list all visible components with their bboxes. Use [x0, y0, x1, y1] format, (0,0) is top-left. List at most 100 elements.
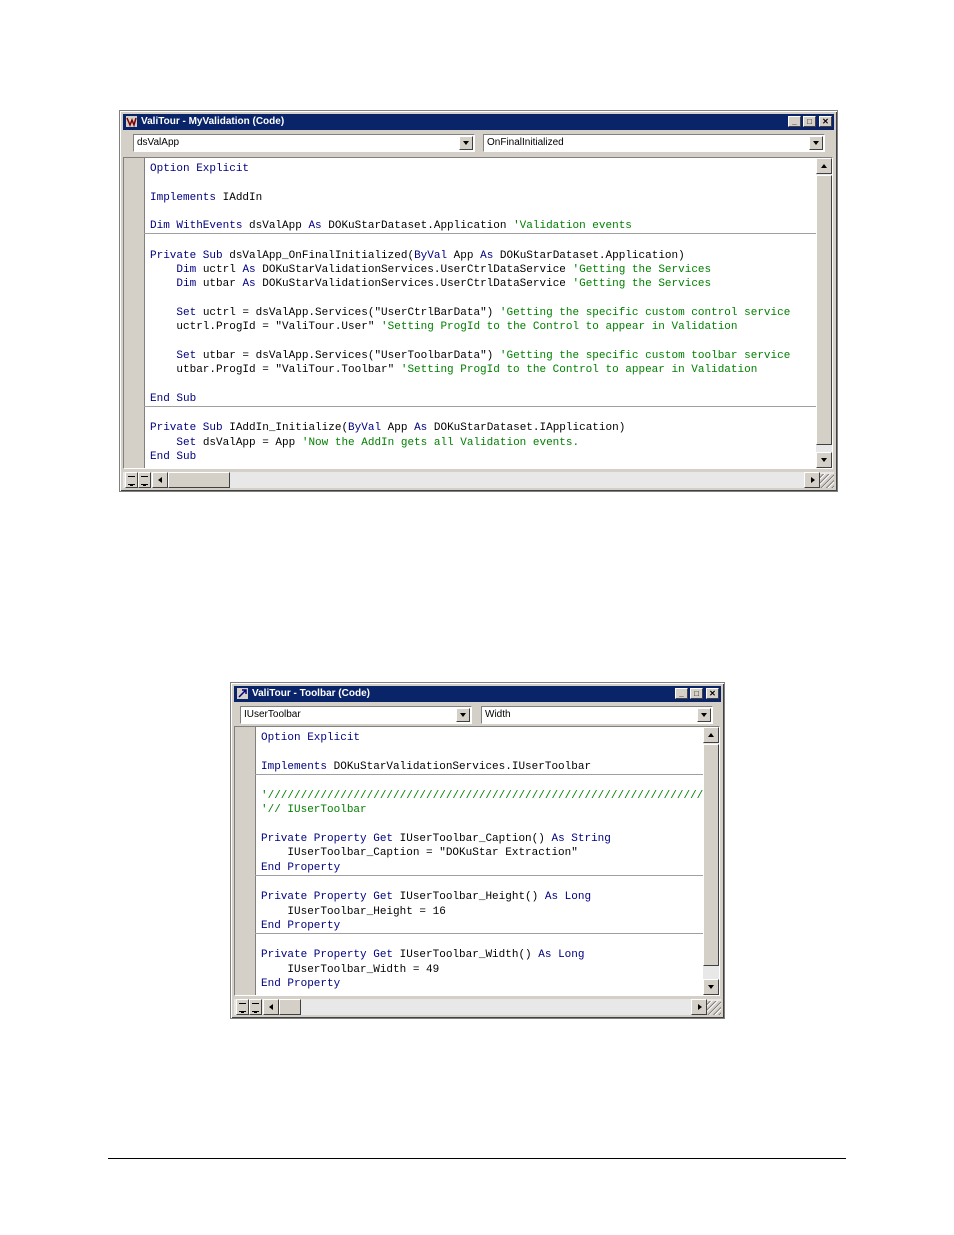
code-keyword: End Sub: [150, 392, 197, 405]
code-line[interactable]: Option Explicit: [150, 162, 816, 176]
resize-grip[interactable]: [707, 1001, 721, 1015]
code-line[interactable]: uctrl.ProgId = "ValiTour.User" 'Setting …: [150, 320, 816, 334]
title-bar[interactable]: ValiTour - Toolbar (Code) _ □ ✕: [234, 686, 721, 702]
code-line[interactable]: [261, 818, 703, 832]
scroll-right-icon[interactable]: [804, 472, 820, 488]
procedure-combo[interactable]: Width: [481, 706, 713, 724]
margin-indicator-bar[interactable]: [124, 158, 145, 468]
horizontal-scrollbar[interactable]: [234, 999, 721, 1015]
code-text-segment: IAddIn_Initialize(: [222, 422, 349, 435]
maximize-button[interactable]: □: [803, 116, 816, 127]
full-module-view-icon[interactable]: [249, 999, 262, 1015]
code-line[interactable]: IUserToolbar_Width = 49: [261, 963, 703, 977]
code-keyword: Dim WithEvents: [150, 220, 243, 233]
code-line[interactable]: '// IUserToolbar: [261, 803, 703, 817]
code-editor[interactable]: Option Explicit Implements DOKuStarValid…: [234, 726, 720, 996]
code-line[interactable]: [144, 233, 816, 248]
close-button[interactable]: ✕: [819, 116, 832, 127]
resize-grip[interactable]: [820, 474, 834, 488]
code-text-segment: IUserToolbar_Width(): [393, 949, 539, 962]
code-line[interactable]: [150, 176, 816, 190]
code-line[interactable]: Implements IAddIn: [150, 191, 816, 205]
scroll-up-icon[interactable]: [816, 158, 832, 174]
code-keyword: As String: [551, 833, 611, 846]
code-line[interactable]: Set uctrl = dsValApp.Services("UserCtrlB…: [150, 306, 816, 320]
code-text[interactable]: Option Explicit Implements DOKuStarValid…: [255, 731, 719, 991]
code-line[interactable]: Dim uctrl As DOKuStarValidationServices.…: [150, 263, 816, 277]
dropdown-arrow-icon[interactable]: [697, 708, 711, 722]
minimize-button[interactable]: _: [788, 116, 801, 127]
code-line[interactable]: Dim WithEvents dsValApp As DOKuStarDatas…: [150, 219, 816, 233]
code-line[interactable]: End Property: [261, 977, 703, 991]
full-module-view-icon[interactable]: [138, 472, 151, 488]
code-editor[interactable]: Option Explicit Implements IAddIn Dim Wi…: [123, 157, 833, 469]
title-bar[interactable]: ValiTour - MyValidation (Code) _ □ ✕: [123, 114, 834, 130]
code-line[interactable]: [261, 745, 703, 759]
code-line[interactable]: Implements DOKuStarValidationServices.IU…: [261, 760, 703, 774]
code-line[interactable]: End Sub: [150, 450, 816, 464]
code-window-toolbar: ValiTour - Toolbar (Code) _ □ ✕ IUserToo…: [230, 682, 725, 1019]
code-keyword: Implements: [261, 760, 328, 773]
code-line[interactable]: [255, 773, 703, 789]
code-line[interactable]: Set dsValApp = App 'Now the AddIn gets a…: [150, 436, 816, 450]
procedure-combo[interactable]: OnFinalInitialized: [483, 134, 825, 152]
dropdown-arrow-icon[interactable]: [809, 136, 823, 150]
code-comment: '// IUserToolbar: [261, 804, 367, 817]
object-combo[interactable]: IUserToolbar: [240, 706, 472, 724]
code-line[interactable]: End Sub: [150, 392, 816, 406]
code-line[interactable]: IUserToolbar_Height = 16: [261, 905, 703, 919]
scroll-thumb[interactable]: [816, 175, 832, 445]
code-line[interactable]: End Property: [261, 861, 703, 875]
code-line[interactable]: utbar.ProgId = "ValiTour.Toolbar" 'Setti…: [150, 363, 816, 377]
scroll-thumb[interactable]: [703, 744, 719, 966]
code-keyword: Dim: [176, 264, 197, 277]
close-button[interactable]: ✕: [706, 688, 719, 699]
dropdown-arrow-icon[interactable]: [459, 136, 473, 150]
code-line[interactable]: [150, 205, 816, 219]
scroll-down-icon[interactable]: [816, 452, 832, 468]
code-line[interactable]: Private Property Get IUserToolbar_Height…: [261, 890, 703, 904]
minimize-icon: _: [792, 117, 797, 126]
minimize-button[interactable]: _: [675, 688, 688, 699]
scroll-thumb[interactable]: [168, 472, 230, 488]
procedure-view-icon[interactable]: [125, 472, 138, 488]
code-keyword: End Property: [261, 919, 341, 932]
code-line[interactable]: [150, 292, 816, 306]
code-line[interactable]: End Property: [261, 919, 703, 933]
page-footer-rule: [108, 1158, 846, 1159]
vertical-scrollbar[interactable]: [816, 158, 832, 468]
code-line[interactable]: [144, 406, 816, 421]
code-text-segment: [150, 350, 176, 362]
code-line[interactable]: Private Property Get IUserToolbar_Captio…: [261, 832, 703, 846]
code-line[interactable]: Private Sub dsValApp_OnFinalInitialized(…: [150, 249, 816, 263]
code-line[interactable]: Private Property Get IUserToolbar_Width(…: [261, 948, 703, 962]
code-line[interactable]: Private Sub IAddIn_Initialize(ByVal App …: [150, 421, 816, 435]
code-keyword: Implements: [150, 191, 217, 204]
object-combo[interactable]: dsValApp: [133, 134, 475, 152]
maximize-button[interactable]: □: [690, 688, 703, 699]
code-line[interactable]: [255, 933, 703, 948]
code-line[interactable]: [150, 377, 816, 391]
scroll-up-icon[interactable]: [703, 727, 719, 743]
code-keyword: Private Sub: [150, 249, 223, 262]
code-line[interactable]: [150, 335, 816, 349]
scroll-down-icon[interactable]: [703, 979, 719, 995]
scroll-left-icon[interactable]: [263, 999, 279, 1015]
code-line[interactable]: '///////////////////////////////////////…: [261, 789, 719, 803]
code-line[interactable]: IUserToolbar_Caption = "DOKuStar Extract…: [261, 846, 703, 860]
scroll-right-icon[interactable]: [691, 999, 707, 1015]
maximize-icon: □: [807, 117, 812, 126]
code-line[interactable]: Set utbar = dsValApp.Services("UserToolb…: [150, 349, 816, 363]
scroll-thumb[interactable]: [279, 999, 301, 1015]
vertical-scrollbar[interactable]: [703, 727, 719, 995]
scroll-left-icon[interactable]: [152, 472, 168, 488]
code-text[interactable]: Option Explicit Implements IAddIn Dim Wi…: [144, 162, 816, 464]
dropdown-arrow-icon[interactable]: [456, 708, 470, 722]
horizontal-scrollbar[interactable]: [123, 472, 834, 488]
code-line[interactable]: [255, 874, 703, 890]
procedure-view-icon[interactable]: [236, 999, 249, 1015]
margin-indicator-bar[interactable]: [235, 727, 256, 995]
code-keyword: End Property: [261, 978, 341, 991]
code-line[interactable]: Dim utbar As DOKuStarValidationServices.…: [150, 277, 816, 291]
code-line[interactable]: Option Explicit: [261, 731, 703, 745]
